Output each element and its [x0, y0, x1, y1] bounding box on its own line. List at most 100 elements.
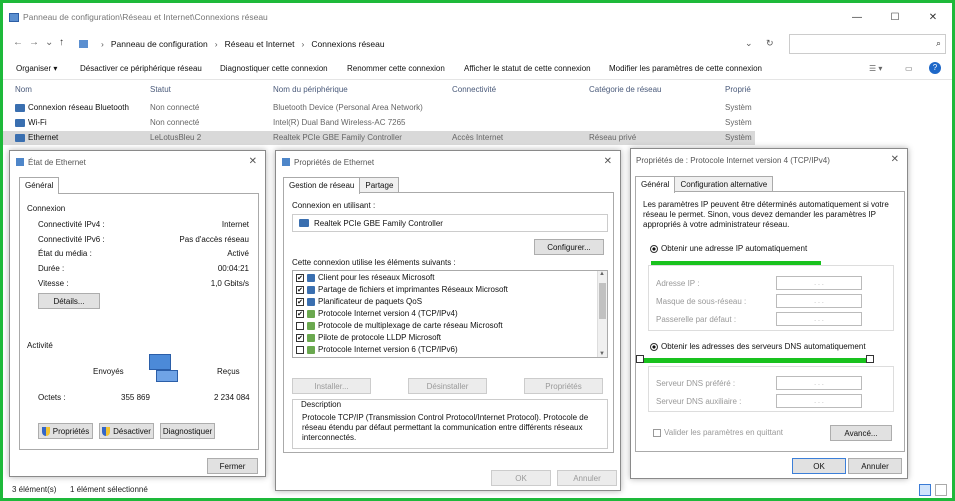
view-options-icon[interactable]: ☰ ▾ — [869, 64, 882, 73]
back-arrow-icon[interactable]: ← — [13, 37, 23, 48]
column-header-name[interactable]: Nom — [15, 85, 32, 94]
highlight-underline — [642, 358, 868, 363]
scroll-up-icon[interactable]: ▲ — [599, 271, 605, 277]
checkbox[interactable]: ✔ — [296, 333, 304, 342]
checkbox[interactable] — [296, 321, 304, 330]
close-icon[interactable]: ✕ — [249, 156, 257, 167]
maximize-button[interactable]: ☐ — [876, 3, 914, 31]
change-settings-button[interactable]: Modifier les paramètres de cette connexi… — [609, 64, 762, 73]
table-row[interactable]: Connexion réseau Bluetooth Non connecté … — [3, 101, 755, 115]
checkbox[interactable] — [296, 345, 304, 354]
description-group: Description Protocole TCP/IP (Transmissi… — [292, 399, 608, 449]
client-icon — [307, 273, 315, 282]
column-header-status[interactable]: Statut — [150, 85, 171, 94]
uninstall-button[interactable]: Désinstaller — [408, 378, 487, 394]
subnet-mask-field[interactable]: . . . — [776, 294, 862, 308]
tiles-view-icon[interactable] — [935, 484, 947, 496]
advanced-button[interactable]: Avancé... — [830, 425, 892, 441]
help-icon[interactable]: ? — [929, 62, 941, 74]
preview-pane-icon[interactable]: ▭ — [905, 64, 913, 73]
close-button[interactable]: ✕ — [914, 3, 952, 31]
list-item[interactable]: ✔ Pilote de protocole LLDP Microsoft — [296, 333, 441, 342]
folder-icon — [79, 40, 88, 48]
recent-chevron-icon[interactable]: ⌄ — [45, 37, 53, 48]
close-icon[interactable]: ✕ — [604, 156, 612, 167]
radio-selected-icon — [650, 244, 658, 253]
install-button[interactable]: Installer... — [292, 378, 371, 394]
organize-button[interactable]: Organiser ▾ — [16, 64, 57, 73]
bluetooth-adapter-icon — [15, 103, 25, 112]
cancel-button[interactable]: Annuler — [848, 458, 902, 474]
list-item[interactable]: ✔ Planificateur de paquets QoS — [296, 297, 422, 306]
close-icon[interactable]: ✕ — [891, 154, 899, 165]
checkbox[interactable]: ✔ — [296, 309, 304, 318]
item-properties-button[interactable]: Propriétés — [524, 378, 603, 394]
components-list[interactable]: ✔ Client pour les réseaux Microsoft ✔ Part… — [292, 270, 608, 358]
breadcrumb-item[interactable]: Panneau de configuration — [111, 39, 208, 49]
breadcrumb-item[interactable]: Réseau et Internet — [225, 39, 295, 49]
minimize-button[interactable]: — — [838, 3, 876, 31]
checkbox[interactable]: ✔ — [296, 273, 304, 282]
list-scrollbar[interactable]: ▲ ▼ — [597, 271, 607, 357]
diagnose-button[interactable]: Diagnostiquer — [160, 423, 215, 439]
row-name-text: Wi-Fi — [28, 118, 47, 127]
scroll-thumb[interactable] — [599, 283, 606, 319]
checkbox[interactable]: ✔ — [296, 297, 304, 306]
cancel-button[interactable]: Annuler — [557, 470, 617, 486]
column-header-connectivity[interactable]: Connectivité — [452, 85, 496, 94]
field-label: État du média : — [38, 249, 92, 258]
sent-label: Envoyés — [93, 367, 124, 376]
ip-address-field[interactable]: . . . — [776, 276, 862, 290]
checkbox[interactable]: ✔ — [296, 285, 304, 294]
list-item[interactable]: ✔ Partage de fichiers et imprimantes Rése… — [296, 285, 508, 294]
adapter-name: Realtek PCIe GBE Family Controller — [314, 218, 443, 228]
column-header-category[interactable]: Catégorie de réseau — [589, 85, 662, 94]
forward-arrow-icon[interactable]: → — [29, 37, 39, 48]
protocol-icon — [307, 309, 315, 318]
list-item[interactable]: ✔ Protocole Internet version 4 (TCP/IPv4) — [296, 309, 458, 318]
auto-dns-radio[interactable]: Obtenir les adresses des serveurs DNS au… — [650, 342, 866, 351]
rename-button[interactable]: Renommer cette connexion — [347, 64, 445, 73]
list-item[interactable]: ✔ Client pour les réseaux Microsoft — [296, 273, 435, 282]
breadcrumb-item[interactable]: Connexions réseau — [311, 39, 384, 49]
preferred-dns-field[interactable]: . . . — [776, 376, 862, 390]
address-dropdown-icon[interactable]: ⌄ — [745, 38, 753, 49]
close-button[interactable]: Fermer — [207, 458, 258, 474]
field-value: 1,0 Gbits/s — [210, 279, 249, 288]
table-row[interactable]: Wi-Fi Non connecté Intel(R) Dual Band Wi… — [3, 116, 755, 130]
column-header-device[interactable]: Nom du périphérique — [273, 85, 348, 94]
list-item[interactable]: Protocole de multiplexage de carte résea… — [296, 321, 503, 330]
alternate-dns-field[interactable]: . . . — [776, 394, 862, 408]
checkbox-label: Valider les paramètres en quittant — [664, 428, 784, 437]
refresh-icon[interactable]: ↻ — [766, 38, 774, 49]
disable-device-button[interactable]: Désactiver ce périphérique réseau — [80, 64, 202, 73]
tab-networking[interactable]: Gestion de réseau — [283, 177, 361, 194]
table-row-selected[interactable]: Ethernet LeLotusBleu 2 Realtek PCIe GBE … — [3, 131, 755, 145]
row-name: Connexion réseau Bluetooth — [15, 103, 129, 112]
gateway-label: Passerelle par défaut : — [656, 315, 737, 324]
column-header-owner[interactable]: Proprié — [725, 85, 751, 94]
auto-ip-radio[interactable]: Obtenir une adresse IP automatiquement — [650, 244, 807, 253]
configure-button[interactable]: Configurer... — [534, 239, 604, 255]
tab-general[interactable]: Général — [635, 176, 676, 193]
list-item[interactable]: Protocole Internet version 6 (TCP/IPv6) — [296, 345, 458, 354]
selection-handle[interactable] — [636, 355, 644, 363]
diagnose-button[interactable]: Diagnostiquer cette connexion — [220, 64, 328, 73]
gateway-field[interactable]: . . . — [776, 312, 862, 326]
details-button[interactable]: Détails... — [38, 293, 100, 309]
up-arrow-icon[interactable]: ↑ — [59, 37, 64, 48]
dialog-title: Propriétés de : Protocole Internet versi… — [636, 156, 830, 165]
button-label: Désactiver — [113, 426, 151, 436]
ok-button[interactable]: OK — [792, 458, 846, 474]
ok-button[interactable]: OK — [491, 470, 551, 486]
selection-handle[interactable] — [866, 355, 874, 363]
search-input[interactable]: ⌕ — [789, 34, 946, 54]
disable-button[interactable]: Désactiver — [99, 423, 154, 439]
tab-general[interactable]: Général — [19, 177, 60, 194]
scroll-down-icon[interactable]: ▼ — [599, 351, 605, 357]
view-status-button[interactable]: Afficher le statut de cette connexion — [464, 64, 591, 73]
breadcrumb[interactable]: › Panneau de configuration › Réseau et I… — [79, 35, 759, 53]
properties-button[interactable]: Propriétés — [38, 423, 93, 439]
validate-checkbox[interactable]: Valider les paramètres en quittant — [653, 428, 783, 437]
details-view-icon[interactable] — [919, 484, 931, 496]
